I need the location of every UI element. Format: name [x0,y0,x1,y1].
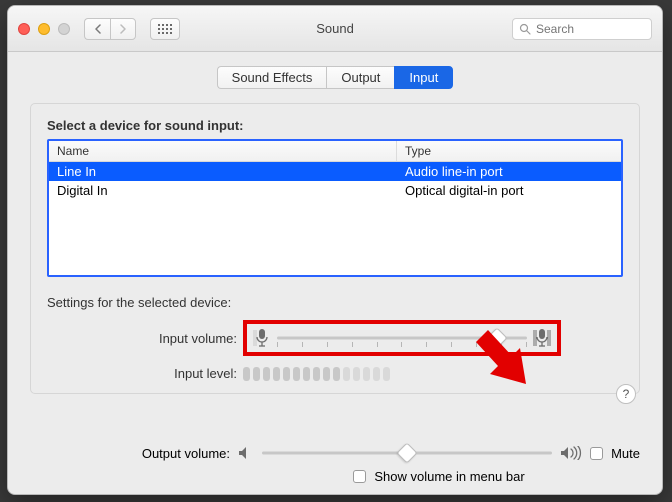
window-controls [18,23,70,35]
sound-preferences-window: Sound Sound Effects Output Input Select … [7,5,663,495]
input-volume-slider[interactable] [277,328,527,348]
tab-sound-effects[interactable]: Sound Effects [217,66,327,89]
search-input[interactable] [536,22,645,36]
bottom-bar: Output volume: Mute Show volume in menu … [8,437,662,484]
input-level-label: Input level: [47,366,237,381]
speaker-high-icon [560,446,582,460]
minimize-window-button[interactable] [38,23,50,35]
show-all-button[interactable] [150,18,180,40]
settings-label: Settings for the selected device: [47,295,623,310]
mute-label: Mute [611,446,640,461]
menu-bar-row: Show volume in menu bar [30,469,640,484]
output-volume-slider[interactable] [262,443,552,463]
close-window-button[interactable] [18,23,30,35]
device-name: Line In [49,162,397,181]
device-settings: Settings for the selected device: Input … [47,295,623,381]
input-volume-row: Input volume: [47,320,623,356]
mic-high-icon [533,327,551,349]
input-device-table[interactable]: Name Type Line In Audio line-in port Dig… [47,139,623,277]
input-panel: Select a device for sound input: Name Ty… [30,103,640,394]
table-header: Name Type [49,141,621,162]
titlebar: Sound [8,6,662,52]
mic-low-icon [253,327,271,349]
input-level-meter [243,367,390,381]
zoom-window-button[interactable] [58,23,70,35]
show-in-menu-bar-label: Show volume in menu bar [374,469,524,484]
select-device-label: Select a device for sound input: [47,118,623,133]
device-type: Optical digital-in port [397,181,621,200]
help-button[interactable]: ? [616,384,636,404]
output-volume-row: Output volume: Mute [30,443,640,463]
device-name: Digital In [49,181,397,200]
input-level-row: Input level: [47,366,623,381]
content: Sound Effects Output Input Select a devi… [8,52,662,404]
show-in-menu-bar-checkbox[interactable] [353,470,366,483]
search-field[interactable] [512,18,652,40]
input-volume-label: Input volume: [47,331,237,346]
nav-buttons [84,18,136,40]
table-row[interactable]: Digital In Optical digital-in port [49,181,621,200]
search-icon [519,23,531,35]
forward-button[interactable] [110,18,136,40]
output-volume-thumb[interactable] [396,442,417,463]
back-button[interactable] [84,18,110,40]
speaker-low-icon [238,446,254,460]
table-row[interactable]: Line In Audio line-in port [49,162,621,181]
annotation-highlight [243,320,561,356]
col-name[interactable]: Name [49,141,397,161]
tab-input[interactable]: Input [394,66,453,89]
device-type: Audio line-in port [397,162,621,181]
tab-bar: Sound Effects Output Input [30,66,640,89]
output-volume-label: Output volume: [30,446,230,461]
col-type[interactable]: Type [397,141,621,161]
tab-output[interactable]: Output [326,66,394,89]
mute-checkbox[interactable] [590,447,603,460]
